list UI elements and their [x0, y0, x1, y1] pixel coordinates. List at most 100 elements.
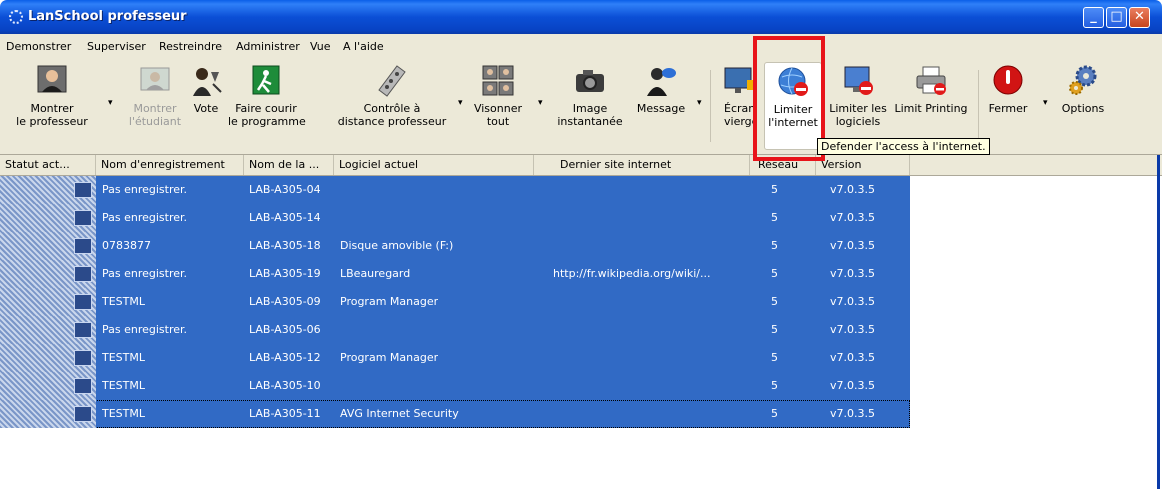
computer-icon [74, 182, 92, 198]
machine-name-cell: LAB-A305-06 [249, 323, 321, 336]
show-teacher-button[interactable]: Montrer le professeur [4, 64, 100, 128]
toolbar-separator [710, 70, 711, 142]
software-cell: LBeauregard [340, 267, 411, 280]
col-header-machine-name[interactable]: Nom de la ... [244, 155, 334, 175]
message-button[interactable]: Message [633, 64, 689, 115]
vote-icon [189, 64, 223, 98]
shutdown-dropdown-arrow[interactable]: ▾ [1043, 98, 1048, 108]
view-all-button[interactable]: Visonner tout [470, 64, 526, 128]
maximize-button[interactable]: □ [1106, 7, 1127, 28]
shutdown-button[interactable]: Fermer [985, 64, 1031, 115]
menu-vue[interactable]: Vue [310, 40, 331, 53]
run-program-button[interactable]: Faire courir le programme [228, 64, 306, 128]
table-row[interactable]: Pas enregistrer. LAB-A305-19 LBeauregard… [0, 260, 910, 288]
software-cell: Disque amovible (F:) [340, 239, 454, 252]
snapshot-button[interactable]: Image instantanée [550, 64, 630, 128]
login-name-cell: TESTML [102, 379, 145, 392]
blank-screen-icon [721, 64, 755, 98]
menu-restreindre[interactable]: Restreindre [159, 40, 222, 53]
version-cell: v7.0.3.5 [830, 211, 875, 224]
table-row[interactable]: TESTML LAB-A305-09 Program Manager 5 v7.… [0, 288, 910, 316]
software-cell: AVG Internet Security [340, 407, 459, 420]
menu-superviser[interactable]: Superviser [87, 40, 146, 53]
login-name-cell: Pas enregistrer. [102, 323, 188, 336]
version-cell: v7.0.3.5 [830, 323, 875, 336]
student-list[interactable]: Pas enregistrer. LAB-A305-04 5 v7.0.3.5 … [0, 176, 910, 428]
remote-control-button[interactable]: Contrôle à distance professeur [334, 64, 450, 128]
version-cell: v7.0.3.5 [830, 407, 875, 420]
col-header-current-software[interactable]: Logiciel actuel [334, 155, 534, 175]
blank-screen-button[interactable]: Écran vierge [720, 64, 756, 128]
remote-control-icon [375, 64, 409, 98]
menu-aide[interactable]: A l'aide [343, 40, 384, 53]
machine-name-cell: LAB-A305-19 [249, 267, 321, 280]
machine-name-cell: LAB-A305-18 [249, 239, 321, 252]
view-all-icon [481, 64, 515, 98]
website-cell [553, 176, 743, 204]
status-cell [0, 260, 96, 288]
table-row[interactable]: Pas enregistrer. LAB-A305-14 5 v7.0.3.5 [0, 204, 910, 232]
network-cell: 5 [771, 183, 778, 196]
login-name-cell: Pas enregistrer. [102, 183, 188, 196]
teacher-icon [35, 64, 69, 98]
limit-software-button[interactable]: Limiter les logiciels [826, 64, 890, 128]
computer-icon [74, 350, 92, 366]
version-cell: v7.0.3.5 [830, 183, 875, 196]
window-title: LanSchool professeur [28, 9, 187, 24]
computer-icon [74, 238, 92, 254]
table-row[interactable]: TESTML LAB-A305-11 AVG Internet Security… [0, 400, 910, 428]
red-highlight-box [753, 36, 825, 161]
tooltip: Defender l'access à l'internet. [817, 138, 990, 155]
machine-name-cell: LAB-A305-10 [249, 379, 321, 392]
website-cell [553, 316, 743, 344]
login-name-cell: TESTML [102, 407, 145, 420]
show-student-button[interactable]: Montrer l'étudiant [120, 64, 190, 128]
options-button[interactable]: Options [1054, 64, 1112, 115]
table-row[interactable]: TESTML LAB-A305-12 Program Manager 5 v7.… [0, 344, 910, 372]
table-row[interactable]: Pas enregistrer. LAB-A305-04 5 v7.0.3.5 [0, 176, 910, 204]
message-dropdown-arrow[interactable]: ▾ [697, 98, 702, 108]
login-name-cell: TESTML [102, 351, 145, 364]
computer-icon [74, 322, 92, 338]
machine-name-cell: LAB-A305-04 [249, 183, 321, 196]
student-icon [138, 64, 172, 98]
title-bar[interactable]: LanSchool professeur _ □ ✕ [0, 0, 1162, 34]
col-header-login-name[interactable]: Nom d'enregistrement [96, 155, 244, 175]
version-cell: v7.0.3.5 [830, 295, 875, 308]
close-button[interactable]: ✕ [1129, 7, 1150, 28]
col-header-status[interactable]: Statut act... [0, 155, 96, 175]
view-all-dropdown-arrow[interactable]: ▾ [538, 98, 543, 108]
menu-demonstrer[interactable]: Demonstrer [6, 40, 71, 53]
network-cell: 5 [771, 379, 778, 392]
login-name-cell: Pas enregistrer. [102, 267, 188, 280]
shutdown-icon [991, 64, 1025, 98]
version-cell: v7.0.3.5 [830, 351, 875, 364]
status-cell [0, 176, 96, 204]
col-header-version[interactable]: Version [816, 155, 910, 175]
menu-bar: Demonstrer Superviser Restreindre Admini… [0, 34, 1162, 59]
software-cell: Program Manager [340, 351, 439, 364]
menu-administrer[interactable]: Administrer [236, 40, 300, 53]
limit-printing-button[interactable]: Limit Printing [893, 64, 969, 115]
machine-name-cell: LAB-A305-12 [249, 351, 321, 364]
website-cell [553, 372, 743, 400]
table-row[interactable]: 0783877 LAB-A305-18 Disque amovible (F:)… [0, 232, 910, 260]
computer-icon [74, 406, 92, 422]
gears-icon [1066, 64, 1100, 98]
col-header-last-website[interactable]: Dernier site internet [534, 155, 750, 175]
website-cell [553, 232, 743, 260]
remote-control-dropdown-arrow[interactable]: ▾ [458, 98, 463, 108]
version-cell: v7.0.3.5 [830, 239, 875, 252]
minimize-button[interactable]: _ [1083, 7, 1104, 28]
vote-button[interactable]: Vote [186, 64, 226, 115]
table-row[interactable]: Pas enregistrer. LAB-A305-06 5 v7.0.3.5 [0, 316, 910, 344]
show-teacher-dropdown-arrow[interactable]: ▾ [108, 98, 113, 108]
network-cell: 5 [771, 295, 778, 308]
computer-icon [74, 378, 92, 394]
network-cell: 5 [771, 323, 778, 336]
table-row[interactable]: TESTML LAB-A305-10 5 v7.0.3.5 [0, 372, 910, 400]
status-cell [0, 316, 96, 344]
status-cell [0, 232, 96, 260]
website-cell [553, 400, 743, 428]
toolbar-separator [978, 70, 979, 142]
